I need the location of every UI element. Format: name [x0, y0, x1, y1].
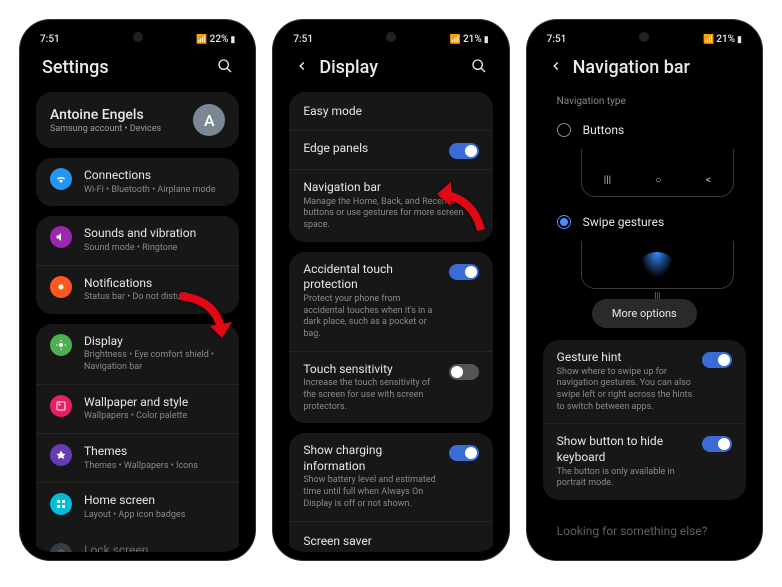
radio-icon[interactable] [557, 123, 571, 137]
page-title: Display [319, 57, 470, 78]
avatar[interactable]: A [193, 104, 225, 136]
header: Navigation bar [535, 47, 754, 92]
display-icon [50, 334, 72, 356]
page-title: Navigation bar [573, 57, 740, 78]
header: Display [281, 47, 500, 92]
home-icon: ○ [655, 175, 661, 186]
camera-notch [639, 32, 649, 42]
row-edge-panels[interactable]: Edge panels [289, 130, 492, 169]
settings-list[interactable]: Antoine Engels Samsung account • Devices… [28, 92, 247, 552]
group-display: DisplayBrightness • Eye comfort shield •… [36, 324, 239, 552]
section-nav-type: Navigation type [543, 92, 746, 115]
row-touch-sensitivity[interactable]: Touch sensitivityIncrease the touch sens… [289, 351, 492, 424]
preview-buttons: ||| ○ < [581, 149, 734, 197]
phone-3-navigation-bar: 7:51 📶21%▮ Navigation bar Navigation typ… [527, 20, 762, 560]
phone-2-display: 7:51 📶21%▮ Display Easy mode Edge panels… [273, 20, 508, 560]
navbar-list[interactable]: Navigation type Buttons ||| ○ < Swipe ge… [535, 92, 754, 552]
row-connections[interactable]: ConnectionsWi-Fi • Bluetooth • Airplane … [36, 158, 239, 206]
status-icons: 📶 [703, 35, 714, 45]
battery-percent: 21% [463, 34, 482, 45]
row-lockscreen[interactable]: Lock screen [36, 532, 239, 552]
toggle-gesture-hint[interactable] [702, 352, 732, 368]
battery-percent: 22% [210, 34, 229, 45]
wallpaper-icon [50, 395, 72, 417]
row-navigation-bar[interactable]: Navigation barManage the Home, Back, and… [289, 169, 492, 242]
page-title: Settings [42, 57, 217, 78]
radio-buttons[interactable]: Buttons [543, 115, 746, 145]
search-icon[interactable] [217, 58, 233, 78]
battery-icon: ▮ [484, 35, 489, 45]
row-display[interactable]: DisplayBrightness • Eye comfort shield •… [36, 324, 239, 384]
row-homescreen[interactable]: Home screenLayout • App icon badges [36, 482, 239, 531]
phone-1-settings: 7:51 📶 22% ▮ Settings Antoine Engels Sam… [20, 20, 255, 560]
group-sound-notif: Sounds and vibrationSound mode • Rington… [36, 216, 239, 314]
back-icon[interactable] [549, 59, 563, 77]
search-icon[interactable] [471, 58, 487, 78]
camera-notch [133, 32, 143, 42]
row-easy-mode[interactable]: Easy mode [289, 92, 492, 130]
preview-swipe: ||| [581, 241, 734, 289]
row-notifications[interactable]: NotificationsStatus bar • Do not disturb [36, 265, 239, 314]
row-accidental-touch[interactable]: Accidental touch protectionProtect your … [289, 252, 492, 351]
sound-icon [50, 226, 72, 248]
row-gesture-hint[interactable]: Gesture hintShow where to swipe up for n… [543, 340, 746, 423]
status-icons: 📶 [450, 35, 461, 45]
toggle-hide-keyboard-btn[interactable] [702, 436, 732, 452]
battery-icon: ▮ [737, 35, 742, 45]
lock-icon [50, 543, 72, 552]
status-icons: 📶 [196, 35, 207, 45]
group-connections: ConnectionsWi-Fi • Bluetooth • Airplane … [36, 158, 239, 206]
battery-percent: 21% [716, 34, 735, 45]
back-icon: < [706, 175, 711, 186]
row-screen-saver[interactable]: Screen saver [289, 521, 492, 553]
toggle-charging-info[interactable] [449, 445, 479, 461]
wifi-icon [50, 168, 72, 190]
row-charging-info[interactable]: Show charging informationShow battery le… [289, 433, 492, 520]
gesture-hint-icon: ||| [654, 291, 660, 300]
clock: 7:51 [293, 34, 313, 45]
more-options-button[interactable]: More options [592, 299, 697, 328]
account-sub: Samsung account • Devices [50, 124, 193, 134]
clock: 7:51 [547, 34, 567, 45]
radio-swipe[interactable]: Swipe gestures [543, 207, 746, 237]
row-themes[interactable]: ThemesThemes • Wallpapers • Icons [36, 433, 239, 482]
row-sounds[interactable]: Sounds and vibrationSound mode • Rington… [36, 216, 239, 264]
account-name: Antoine Engels [50, 107, 193, 123]
bell-icon [50, 276, 72, 298]
toggle-touch-sensitivity[interactable] [449, 364, 479, 380]
row-hide-keyboard-btn[interactable]: Show button to hide keyboardThe button i… [543, 423, 746, 500]
swipe-hint-graphic [640, 252, 674, 278]
footer-question: Looking for something else? [543, 510, 746, 544]
toggle-accidental-touch[interactable] [449, 264, 479, 280]
home-icon [50, 493, 72, 515]
radio-icon[interactable] [557, 215, 571, 229]
recents-icon: ||| [604, 175, 611, 186]
themes-icon [50, 444, 72, 466]
camera-notch [386, 32, 396, 42]
battery-icon: ▮ [230, 35, 235, 45]
account-card[interactable]: Antoine Engels Samsung account • Devices… [36, 92, 239, 148]
row-wallpaper[interactable]: Wallpaper and styleWallpapers • Color pa… [36, 384, 239, 433]
back-icon[interactable] [295, 59, 309, 77]
header: Settings [28, 47, 247, 92]
display-list[interactable]: Easy mode Edge panels Navigation barMana… [281, 92, 500, 552]
toggle-edge-panels[interactable] [449, 143, 479, 159]
clock: 7:51 [40, 34, 60, 45]
